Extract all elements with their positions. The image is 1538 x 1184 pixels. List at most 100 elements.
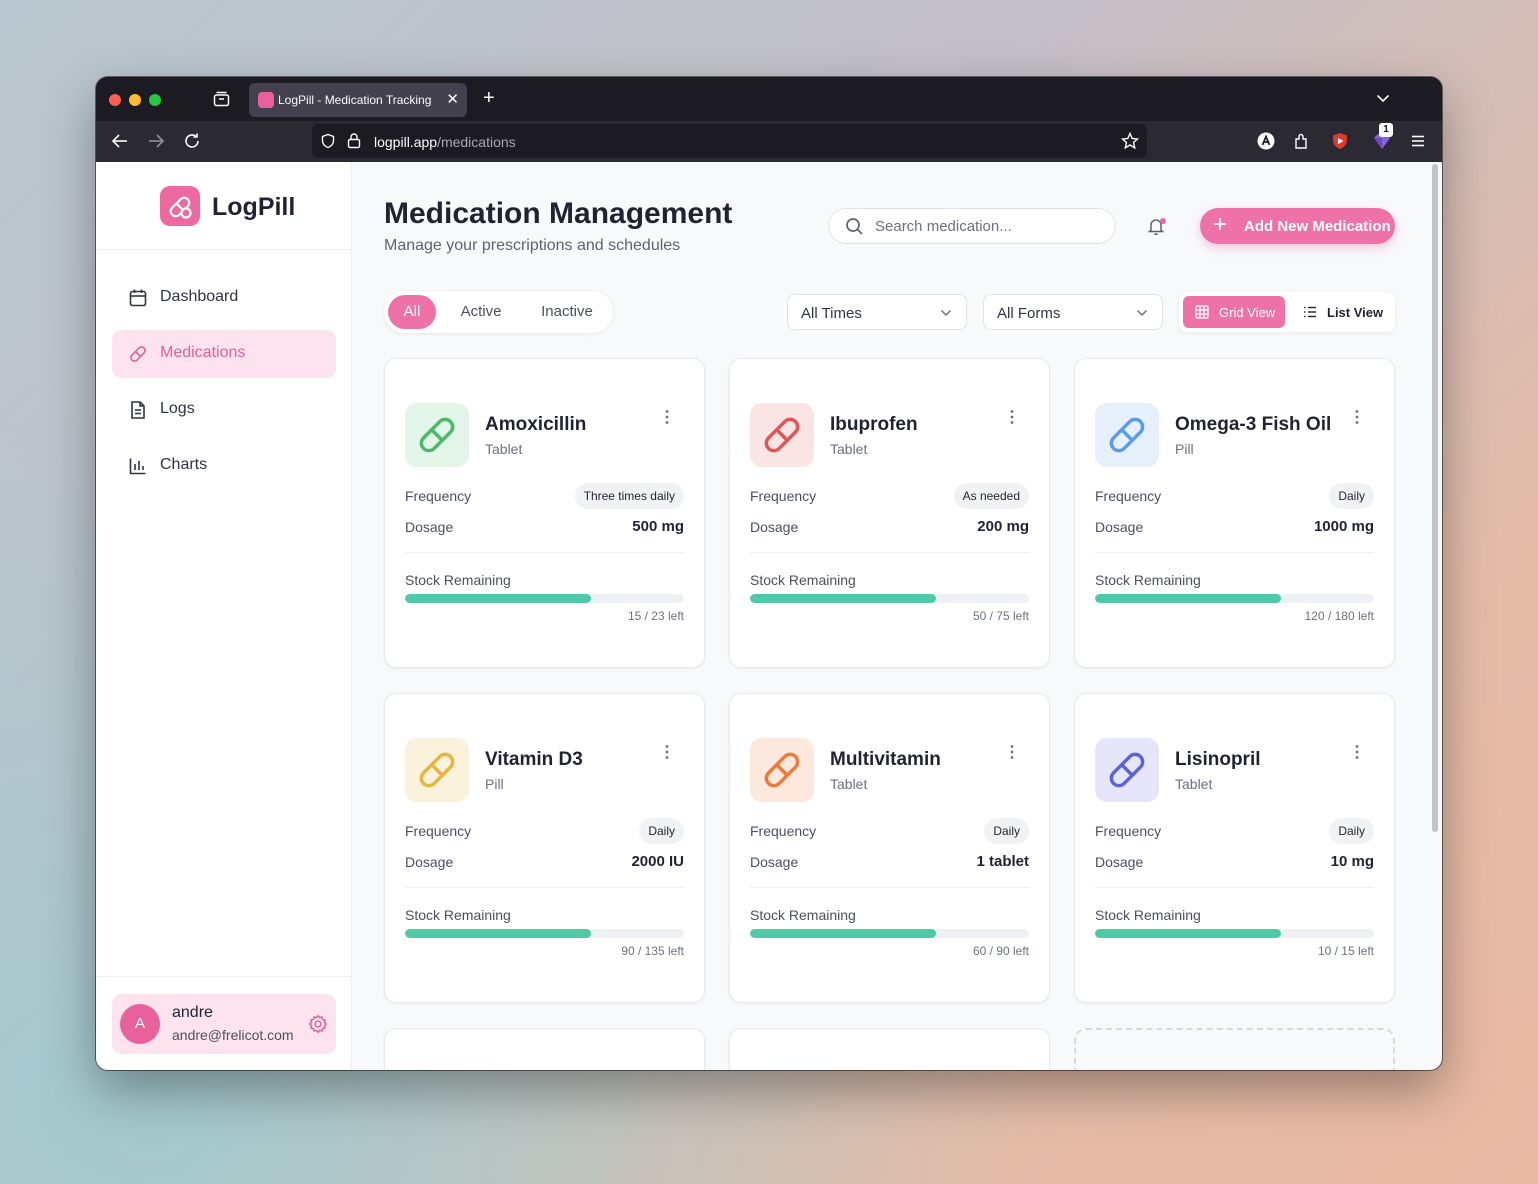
search-input[interactable] (875, 216, 1105, 236)
form-select-value: All Forms (997, 305, 1061, 322)
medication-form: Pill (1175, 441, 1194, 457)
time-select[interactable]: All Times (787, 294, 967, 330)
medication-name: Vitamin D3 (485, 749, 583, 770)
user-card[interactable]: A andre andre@frelicot.com (112, 994, 336, 1054)
medication-card[interactable]: Lisinopril Tablet Frequency Daily Dosage… (1074, 693, 1395, 1003)
list-icon (1304, 306, 1316, 318)
frequency-label: Frequency (405, 488, 472, 504)
tab-close-icon[interactable]: ✕ (446, 90, 459, 110)
chevron-down-icon (940, 309, 952, 317)
puzzle-extensions-icon[interactable] (1292, 131, 1312, 151)
frequency-badge: Daily (639, 818, 684, 844)
close-window-button[interactable] (109, 94, 121, 106)
logpill-logo-icon[interactable] (160, 186, 200, 226)
add-medication-placeholder-card[interactable] (1074, 1028, 1395, 1070)
sidebar-item-label: Medications (160, 344, 246, 361)
reload-icon[interactable] (182, 131, 202, 151)
stock-progress-bar (1095, 929, 1374, 938)
list-view-label: List View (1327, 305, 1384, 320)
sidebar-item-label: Dashboard (160, 288, 239, 305)
stock-remaining-count: 10 / 15 left (1317, 944, 1374, 958)
shield-icon[interactable] (320, 133, 336, 149)
url-domain: logpill.app (374, 134, 438, 150)
tab-list-icon[interactable] (213, 91, 230, 107)
add-new-medication-button[interactable]: Add New Medication (1200, 208, 1395, 244)
grid-view-button[interactable]: Grid View (1183, 296, 1285, 328)
stock-remaining-label: Stock Remaining (405, 572, 511, 588)
medication-icon-tile (405, 403, 469, 467)
list-view-button[interactable]: List View (1291, 296, 1391, 328)
new-tab-button[interactable]: + (483, 87, 495, 109)
address-bar[interactable]: logpill.app/medications (312, 124, 1147, 158)
filter-inactive[interactable]: Inactive (526, 295, 608, 329)
more-vertical-icon[interactable] (1008, 409, 1016, 425)
sidebar-item-medications[interactable]: Medications (112, 330, 336, 378)
more-vertical-icon[interactable] (663, 744, 671, 760)
stock-remaining-count: 60 / 90 left (972, 944, 1029, 958)
back-arrow-icon[interactable] (110, 131, 130, 151)
dosage-value: 1000 mg (1313, 518, 1374, 535)
sidebar-item-dashboard[interactable]: Dashboard (112, 274, 336, 322)
dosage-label: Dosage (405, 854, 454, 870)
user-email: andre@frelicot.com (172, 1027, 294, 1043)
frequency-label: Frequency (1095, 488, 1162, 504)
medication-card[interactable]: Ibuprofen Tablet Frequency As needed Dos… (729, 358, 1050, 668)
pill-icon (1109, 417, 1145, 453)
medication-name: Lisinopril (1175, 749, 1261, 770)
medication-name: Amoxicillin (485, 414, 587, 435)
lock-icon[interactable] (346, 132, 362, 149)
medication-card[interactable] (384, 1028, 705, 1070)
search-icon (846, 218, 863, 235)
hamburger-menu-icon[interactable] (1408, 131, 1428, 151)
frequency-badge: Daily (1329, 818, 1374, 844)
more-vertical-icon[interactable] (1353, 744, 1361, 760)
pill-icon (419, 752, 455, 788)
navigation-toolbar: logpill.app/medications 1 (96, 121, 1442, 162)
gem-extension-icon[interactable]: 1 (1372, 123, 1393, 151)
stock-progress-fill (405, 594, 591, 603)
maximize-window-button[interactable] (149, 94, 161, 106)
medication-card[interactable] (729, 1028, 1050, 1070)
medication-card[interactable]: Multivitamin Tablet Frequency Daily Dosa… (729, 693, 1050, 1003)
pill-icon (419, 417, 455, 453)
gear-icon[interactable] (308, 1014, 328, 1034)
brand-name[interactable]: LogPill (212, 193, 295, 222)
form-select[interactable]: All Forms (983, 294, 1163, 330)
card-divider (750, 552, 1029, 553)
search-box[interactable] (828, 208, 1116, 244)
tab-title: LogPill - Medication Tracking (278, 93, 432, 107)
bookmark-star-icon[interactable] (1121, 132, 1139, 150)
chevron-down-icon[interactable] (1376, 91, 1390, 105)
frequency-label: Frequency (750, 488, 817, 504)
grid-view-label: Grid View (1219, 305, 1276, 320)
pill-icon (764, 417, 800, 453)
more-vertical-icon[interactable] (1008, 744, 1016, 760)
active-tab[interactable]: LogPill - Medication Tracking ✕ (249, 83, 467, 117)
sidebar-item-logs[interactable]: Logs (112, 386, 336, 434)
filter-active[interactable]: Active (444, 295, 518, 329)
account-extension-icon[interactable] (1256, 131, 1276, 151)
scrollbar[interactable] (1432, 164, 1438, 832)
bar-chart-icon (129, 458, 146, 475)
time-select-value: All Times (801, 305, 862, 322)
more-vertical-icon[interactable] (663, 409, 671, 425)
more-vertical-icon[interactable] (1353, 409, 1361, 425)
frequency-label: Frequency (1095, 823, 1162, 839)
stock-remaining-count: 50 / 75 left (972, 609, 1029, 623)
medication-card[interactable]: Omega-3 Fish Oil Pill Frequency Daily Do… (1074, 358, 1395, 668)
medication-form: Pill (485, 776, 504, 792)
stock-progress-fill (1095, 594, 1281, 603)
medication-icon-tile (1095, 738, 1159, 802)
minimize-window-button[interactable] (129, 94, 141, 106)
sidebar-item-charts[interactable]: Charts (112, 442, 336, 490)
shield-extension-icon[interactable] (1330, 131, 1350, 151)
filter-all[interactable]: All (388, 295, 436, 329)
browser-window: LogPill - Medication Tracking ✕ + logpil… (96, 77, 1442, 1070)
card-divider (405, 887, 684, 888)
avatar: A (120, 1004, 160, 1044)
forward-arrow-icon[interactable] (146, 131, 166, 151)
medication-card[interactable]: Vitamin D3 Pill Frequency Daily Dosage 2… (384, 693, 705, 1003)
grid-icon (1195, 305, 1209, 319)
medication-card[interactable]: Amoxicillin Tablet Frequency Three times… (384, 358, 705, 668)
medication-icon-tile (405, 738, 469, 802)
